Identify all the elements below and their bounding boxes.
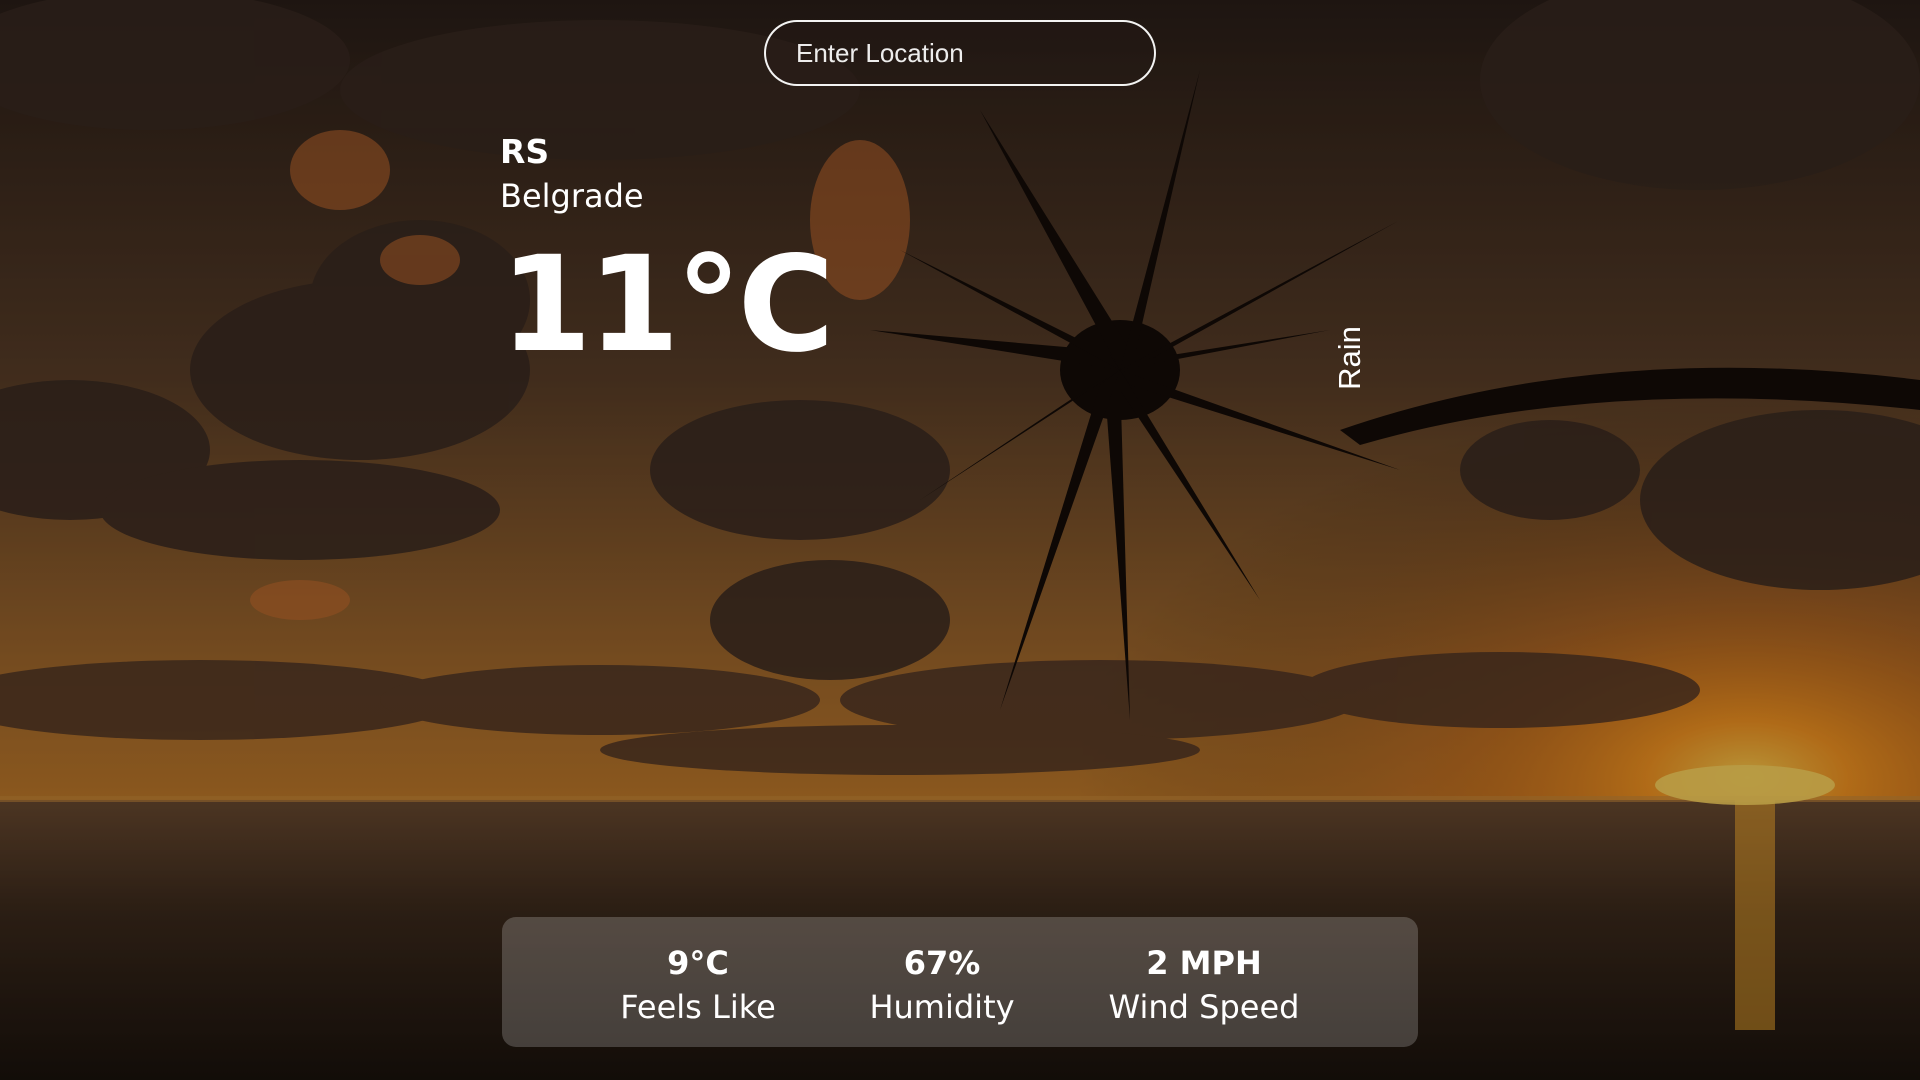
humidity-label: Humidity (869, 988, 1015, 1026)
humidity-stat: 67% Humidity (842, 941, 1042, 1029)
wind-speed-stat: 2 MPH Wind Speed (1084, 941, 1324, 1029)
search-container (764, 20, 1156, 86)
wind-speed-label: Wind Speed (1108, 988, 1300, 1026)
feels-like-label: Feels Like (620, 988, 776, 1026)
weather-condition: Rain (1332, 326, 1367, 390)
temperature: 11°C (500, 228, 835, 382)
feels-like-stat: 9°C Feels Like (598, 941, 798, 1029)
weather-details-panel: 9°C Feels Like 67% Humidity 2 MPH Wind S… (502, 917, 1418, 1047)
weather-app: RS Belgrade 11°C Rain 9°C Feels Like 67%… (0, 0, 1920, 1080)
humidity-value: 67% (903, 944, 981, 982)
location-search-input[interactable] (764, 20, 1156, 86)
city-name: Belgrade (500, 177, 644, 215)
wind-speed-value: 2 MPH (1146, 944, 1262, 982)
current-weather: RS Belgrade 11°C (500, 130, 835, 382)
country-code: RS (500, 132, 550, 171)
feels-like-value: 9°C (667, 944, 729, 982)
